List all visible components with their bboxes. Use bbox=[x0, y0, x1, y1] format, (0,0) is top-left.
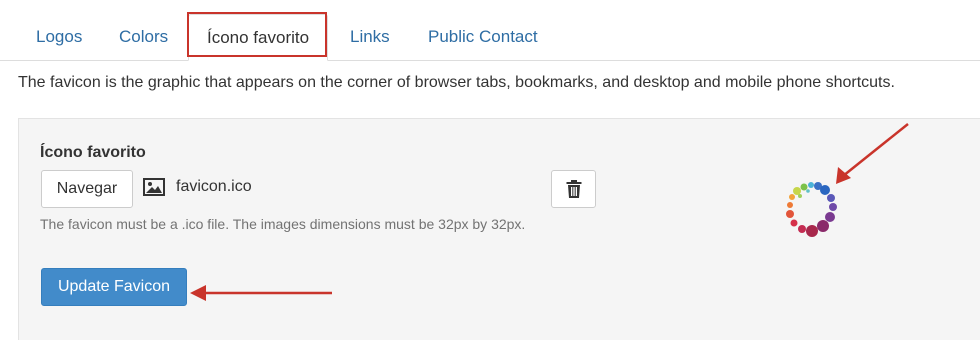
trash-icon bbox=[566, 180, 581, 198]
favicon-description: The favicon is the graphic that appears … bbox=[18, 74, 895, 91]
favicon-preview-image bbox=[786, 182, 837, 237]
favicon-help-text: The favicon must be a .ico file. The ima… bbox=[40, 216, 526, 232]
file-name: favicon.ico bbox=[176, 178, 252, 195]
tab-icono-favorito[interactable]: Ícono favorito bbox=[188, 14, 329, 61]
browse-button[interactable]: Navegar bbox=[41, 170, 133, 208]
tab-bar: Logos Colors Ícono favorito Links Public… bbox=[0, 0, 980, 61]
update-favicon-button[interactable]: Update Favicon bbox=[41, 268, 187, 306]
favicon-field-label: Ícono favorito bbox=[40, 144, 146, 161]
tab-colors[interactable]: Colors bbox=[101, 14, 186, 59]
tab-logos[interactable]: Logos bbox=[18, 14, 100, 59]
image-icon bbox=[143, 178, 165, 196]
tab-public-contact[interactable]: Public Contact bbox=[410, 14, 556, 59]
delete-button[interactable] bbox=[551, 170, 596, 208]
tab-links[interactable]: Links bbox=[332, 14, 408, 59]
